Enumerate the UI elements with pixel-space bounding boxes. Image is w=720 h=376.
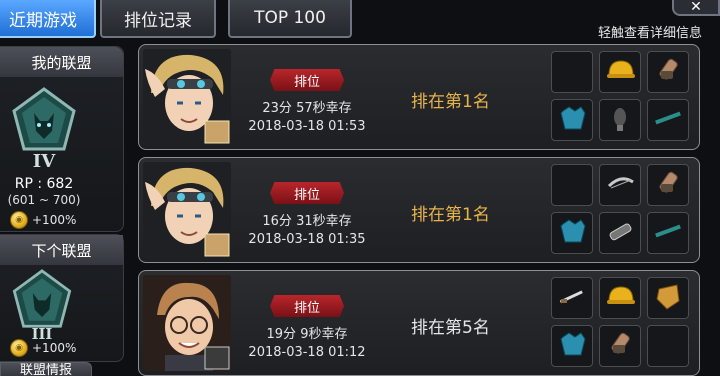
- item-slot[interactable]: [647, 277, 689, 319]
- placement-rank: 排在第1名: [411, 205, 490, 225]
- game-record-card[interactable]: 排位 16分 31秒幸存 2018-03-18 01:35 排在第1名: [138, 157, 700, 263]
- tap-for-details-hint: 轻触查看详细信息: [598, 26, 703, 41]
- item-slot[interactable]: [551, 325, 593, 367]
- league-info-tab[interactable]: 联盟情报: [0, 362, 92, 376]
- shield-icon: [653, 281, 683, 315]
- item-slot[interactable]: [647, 164, 689, 206]
- item-slot[interactable]: [599, 51, 641, 93]
- my-league-panel: 我的联盟 IV RP : 682 (601 ~ 700) ◉ +100%: [0, 46, 124, 232]
- placement-rank: 排在第5名: [411, 318, 490, 338]
- gauntlet-icon: [653, 168, 683, 202]
- league-emblem-iv-icon: IV: [12, 87, 76, 172]
- rp-value: RP : 682: [14, 176, 74, 192]
- mode-badge: 排位: [270, 295, 344, 317]
- survival-time: 23分 57秒幸存: [262, 101, 352, 116]
- rp-range: (601 ~ 700): [7, 193, 81, 207]
- rifle-icon: [653, 216, 683, 250]
- sword-icon: [557, 281, 587, 315]
- gauntlet-icon: [605, 329, 635, 363]
- match-datetime: 2018-03-18 01:35: [248, 232, 366, 247]
- item-slot[interactable]: [647, 99, 689, 141]
- chest-armor-icon: [557, 329, 587, 363]
- bow-icon: [605, 168, 635, 202]
- item-slot[interactable]: [647, 212, 689, 254]
- item-slot[interactable]: [551, 99, 593, 141]
- empty-item-slot[interactable]: [551, 164, 593, 206]
- tab-recent-games[interactable]: 近期游戏: [0, 0, 96, 38]
- character-portrait: [143, 162, 231, 258]
- tab-top-100[interactable]: TOP 100: [228, 0, 352, 38]
- item-slot[interactable]: [599, 99, 641, 141]
- chest-armor-icon: [557, 103, 587, 137]
- item-slot[interactable]: [599, 164, 641, 206]
- item-slot[interactable]: [551, 277, 593, 319]
- survival-time: 16分 31秒幸存: [262, 214, 352, 229]
- game-record-card[interactable]: 排位 23分 57秒幸存 2018-03-18 01:53 排在第1名: [138, 44, 700, 150]
- placement-rank: 排在第1名: [411, 92, 490, 112]
- gauntlet-icon: [653, 55, 683, 89]
- character-portrait: [143, 49, 231, 145]
- mode-badge: 排位: [270, 182, 344, 204]
- my-league-title: 我的联盟: [0, 47, 123, 77]
- survival-time: 19分 9秒幸存: [266, 327, 348, 342]
- item-slot[interactable]: [599, 212, 641, 254]
- close-icon[interactable]: ✕: [672, 0, 720, 16]
- helmet-icon: [605, 281, 635, 315]
- game-record-card[interactable]: 排位 19分 9秒幸存 2018-03-18 01:12 排在第5名: [138, 270, 700, 376]
- league-emblem-iii-icon: III: [12, 269, 72, 341]
- leg-armor-icon: [605, 103, 635, 137]
- helmet-icon: [605, 55, 635, 89]
- character-portrait: [143, 275, 231, 371]
- chest-armor-icon: [557, 216, 587, 250]
- item-slot[interactable]: [551, 212, 593, 254]
- tier-numeral: IV: [33, 151, 56, 172]
- coin-icon: ◉: [10, 339, 28, 357]
- my-league-bonus: ◉ +100%: [10, 211, 76, 229]
- item-slot[interactable]: [599, 325, 641, 367]
- coin-icon: ◉: [10, 211, 28, 229]
- match-datetime: 2018-03-18 01:12: [248, 345, 366, 360]
- match-datetime: 2018-03-18 01:53: [248, 119, 366, 134]
- item-slot[interactable]: [599, 277, 641, 319]
- next-league-bonus: ◉ +100%: [10, 339, 76, 357]
- item-slot[interactable]: [647, 51, 689, 93]
- knuckles-icon: [605, 216, 635, 250]
- next-league-panel: 下个联盟 III ◉ +100%: [0, 234, 124, 362]
- rifle-icon: [653, 103, 683, 137]
- empty-item-slot[interactable]: [551, 51, 593, 93]
- mode-badge: 排位: [270, 69, 344, 91]
- empty-item-slot[interactable]: [647, 325, 689, 367]
- next-league-title: 下个联盟: [0, 235, 123, 265]
- tab-ranked-records[interactable]: 排位记录: [100, 0, 216, 38]
